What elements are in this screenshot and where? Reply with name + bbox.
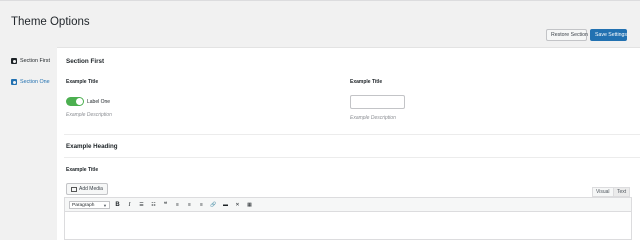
- sidebar-item-label: Section One: [20, 79, 50, 85]
- divider: [64, 134, 640, 135]
- add-media-label: Add Media: [79, 186, 103, 192]
- toggle-label: Label One: [87, 99, 111, 105]
- field-title: Example Title: [350, 79, 383, 85]
- section-heading: Example Heading: [66, 143, 118, 150]
- align-right-icon[interactable]: ≡: [197, 201, 206, 209]
- chevron-down-icon: ▼: [103, 203, 107, 208]
- toolbar-toggle-icon[interactable]: ▦: [245, 201, 254, 209]
- section-icon: [11, 58, 17, 64]
- format-select-value: Paragraph: [72, 203, 95, 208]
- restore-section-button[interactable]: Restore Section: [546, 29, 588, 41]
- field-title: Example Title: [66, 79, 99, 85]
- editor-toolbar: Paragraph ▼ B I ☰ ☷ ❝ ≡ ≡ ≡ 🔗 ▬ ✕ ▦: [64, 197, 632, 212]
- divider: [64, 157, 640, 158]
- field-description: Example Description: [66, 112, 112, 118]
- add-media-button[interactable]: Add Media: [66, 183, 108, 195]
- sidebar-item-section-one[interactable]: Section One: [11, 77, 50, 87]
- top-border: [0, 0, 640, 1]
- media-icon: [71, 186, 77, 192]
- example-text-input[interactable]: [350, 95, 405, 109]
- tab-visual[interactable]: Visual: [592, 187, 614, 197]
- page-title: Theme Options: [11, 16, 90, 28]
- bold-icon[interactable]: B: [113, 201, 122, 209]
- italic-icon[interactable]: I: [125, 201, 134, 209]
- link-icon[interactable]: 🔗: [209, 201, 218, 209]
- fullscreen-icon[interactable]: ✕: [233, 201, 242, 209]
- editor-content-area[interactable]: [64, 212, 632, 240]
- align-left-icon[interactable]: ≡: [173, 201, 182, 209]
- sidebar-item-section-first[interactable]: Section First: [11, 56, 50, 66]
- label-one-toggle[interactable]: [66, 97, 84, 106]
- tab-text[interactable]: Text: [613, 187, 631, 197]
- numbered-list-icon[interactable]: ☷: [149, 201, 158, 209]
- align-center-icon[interactable]: ≡: [185, 201, 194, 209]
- sidebar: [0, 47, 57, 240]
- section-title: Section First: [66, 58, 105, 65]
- bullet-list-icon[interactable]: ☰: [137, 201, 146, 209]
- field-description: Example Description: [350, 115, 396, 121]
- section-icon: [11, 79, 17, 85]
- sidebar-item-label: Section First: [20, 58, 50, 64]
- field-title: Example Title: [66, 167, 99, 173]
- read-more-icon[interactable]: ▬: [221, 201, 230, 209]
- format-select[interactable]: Paragraph ▼: [69, 201, 110, 209]
- save-settings-button[interactable]: Save Settings: [590, 29, 627, 41]
- blockquote-icon[interactable]: ❝: [161, 201, 170, 209]
